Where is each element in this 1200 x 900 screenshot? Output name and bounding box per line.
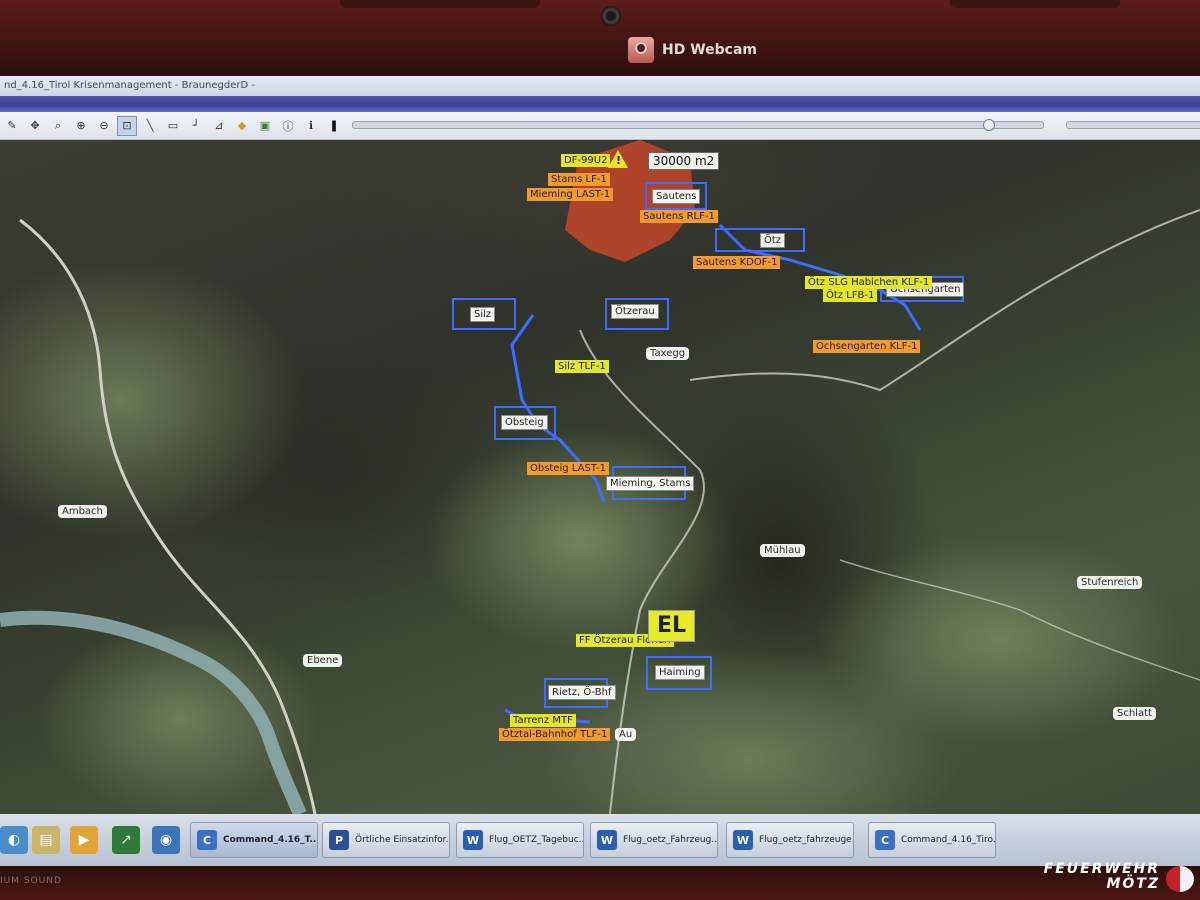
tag-vehicle[interactable]: Mieming LAST-1 — [527, 188, 614, 201]
app-icon: C — [197, 830, 217, 850]
hill-road — [839, 559, 1200, 681]
laptop-bezel-top: HD Webcam — [0, 0, 1200, 78]
taskbar-item-label: Örtliche Einsatzinfor... — [355, 835, 450, 845]
tag-vehicle[interactable]: Sautens RLF-1 — [640, 210, 718, 223]
tag-vehicle[interactable]: Ötztal-Bahnhof TLF-1 — [499, 728, 611, 741]
taskbar-item[interactable]: C Command_4.16_Tiro... — [868, 822, 996, 858]
taskbar-item[interactable]: W Flug_oetz_Fahrzeug... — [590, 822, 718, 858]
taskbar-item-label: Flug_oetz_Fahrzeug... — [623, 835, 718, 845]
taskbar-item-label: Command_4.16_T... — [223, 835, 318, 845]
webcam-badge: HD Webcam — [628, 36, 757, 64]
browser-icon[interactable]: ◐ — [0, 826, 28, 854]
taskbar-item[interactable]: W Flug_oetz_fahrzeuge... — [726, 822, 854, 858]
incident-command-badge[interactable]: EL — [648, 610, 696, 642]
taskbar-item-label: Flug_oetz_fahrzeuge... — [759, 835, 854, 845]
tag-vehicle[interactable]: Ochsengarten KLF-1 — [813, 340, 921, 353]
details-icon[interactable]: ❚ — [324, 116, 344, 136]
map-canvas[interactable]: 30000 m2 DF-99U2 ! Ambach Ebene Taxegg M… — [0, 140, 1200, 814]
place-label: Taxegg — [646, 347, 690, 360]
unit-label: Sautens — [652, 189, 701, 204]
area-size-label: 30000 m2 — [648, 152, 720, 170]
place-label: Ambach — [58, 505, 107, 518]
place-label: Mühlau — [760, 544, 805, 557]
wifi-icon[interactable]: ◉ — [152, 826, 180, 854]
unit-label: Mieming, Stams — [606, 476, 695, 491]
polygon-tool-icon[interactable]: ⊿ — [209, 116, 229, 136]
monitor-icon[interactable]: ↗ — [112, 826, 140, 854]
symbol-tool-icon[interactable]: ◆ — [232, 116, 252, 136]
brand-text: IUM SOUND — [0, 876, 62, 886]
tag-callsign[interactable]: DF-99U2 — [561, 154, 611, 167]
tag-vehicle[interactable]: Silz TLF-1 — [555, 360, 609, 373]
crest-icon — [1166, 866, 1194, 892]
tag-vehicle[interactable]: Ötz LFB-1 — [823, 289, 878, 302]
tag-vehicle[interactable]: Sautens KDOF-1 — [693, 256, 781, 269]
watermark-line: MÖTZ — [1106, 876, 1160, 892]
word-icon: W — [597, 830, 617, 850]
zoom-in-icon[interactable]: ⊕ — [71, 116, 91, 136]
app-icon: C — [875, 830, 895, 850]
village-road — [579, 329, 706, 814]
watermark-line: FEUERWEHR — [1043, 861, 1160, 877]
time-slider[interactable] — [352, 119, 1044, 131]
line-tool-icon[interactable]: ╲ — [140, 116, 160, 136]
bezel-seam — [950, 0, 1120, 8]
tag-vehicle[interactable]: Ötz SLG Habichen KLF-1 — [805, 276, 933, 289]
image-tool-icon[interactable]: ▣ — [255, 116, 275, 136]
corner-tool-icon[interactable]: ┘ — [186, 116, 206, 136]
river — [0, 610, 307, 814]
tag-vehicle[interactable]: Obsteig LAST-1 — [527, 462, 609, 475]
bezel-seam — [340, 0, 540, 8]
warning-icon: ! — [608, 150, 628, 168]
taskbar-item-label: Command_4.16_Tiro... — [901, 835, 996, 845]
taskbar-item[interactable]: W Flug_OETZ_Tagebuc... — [456, 822, 584, 858]
unit-label: Haiming — [655, 665, 705, 680]
place-label: Au — [615, 728, 637, 741]
taskbar-item[interactable]: P Örtliche Einsatzinfor... — [322, 822, 450, 858]
zoom-rect-icon[interactable]: ⊡ — [117, 115, 137, 136]
screen: nd_4.16_Tirol Krisenmanagement - Brauneg… — [0, 76, 1200, 866]
taskbar-item-label: Flug_OETZ_Tagebuc... — [489, 835, 584, 845]
place-label: Ebene — [303, 654, 343, 667]
place-label: Schlatt — [1113, 707, 1156, 720]
unit-label: Obsteig — [501, 415, 548, 430]
search-icon[interactable]: ⌕ — [48, 116, 68, 136]
word-icon: W — [733, 830, 753, 850]
rectangle-tool-icon[interactable]: ▭ — [163, 116, 183, 136]
text-info-icon[interactable]: ℹ — [301, 116, 321, 136]
tag-vehicle[interactable]: Tarrenz MTF — [510, 714, 576, 727]
folder-icon[interactable]: ▤ — [32, 826, 60, 854]
zoom-out-icon[interactable]: ⊖ — [94, 116, 114, 136]
zoom-slider[interactable] — [1066, 121, 1200, 129]
unit-label: Ötzerau — [611, 304, 659, 319]
unit-label: Rietz, Ö-Bhf — [548, 685, 616, 700]
webcam-label: HD Webcam — [662, 42, 758, 58]
pointer-tool-icon[interactable]: ✎ — [2, 116, 22, 136]
laptop-bezel-bottom: IUM SOUND — [0, 866, 1200, 900]
time-slider-thumb[interactable] — [982, 119, 995, 131]
webcam-icon — [628, 37, 654, 63]
menu-bar — [0, 96, 1200, 112]
taskbar: ◐ ▤ ▶ ↗ ◉ C Command_4.16_T... P Örtliche… — [0, 814, 1200, 866]
unit-label: Silz — [470, 307, 496, 322]
word-icon: W — [463, 830, 483, 850]
place-label: Stufenreich — [1077, 576, 1143, 589]
watermark: FEUERWEHR MÖTZ — [1043, 861, 1194, 892]
unit-label: Ötz — [760, 233, 786, 248]
map-overlay — [0, 140, 1200, 814]
webcam-lens — [601, 6, 621, 26]
map-toolbar: ✎ ✥ ⌕ ⊕ ⊖ ⊡ ╲ ▭ ┘ ⊿ ◆ ▣ ⓘ ℹ ❚ — [0, 112, 1200, 140]
taskbar-item[interactable]: C Command_4.16_T... — [190, 822, 318, 858]
app-icon: P — [329, 830, 349, 850]
info-icon[interactable]: ⓘ — [278, 116, 298, 136]
window-title: nd_4.16_Tirol Krisenmanagement - Brauneg… — [0, 76, 1200, 96]
tag-vehicle[interactable]: Stams LF-1 — [548, 173, 610, 186]
media-player-icon[interactable]: ▶ — [70, 826, 98, 854]
pan-tool-icon[interactable]: ✥ — [25, 116, 45, 136]
